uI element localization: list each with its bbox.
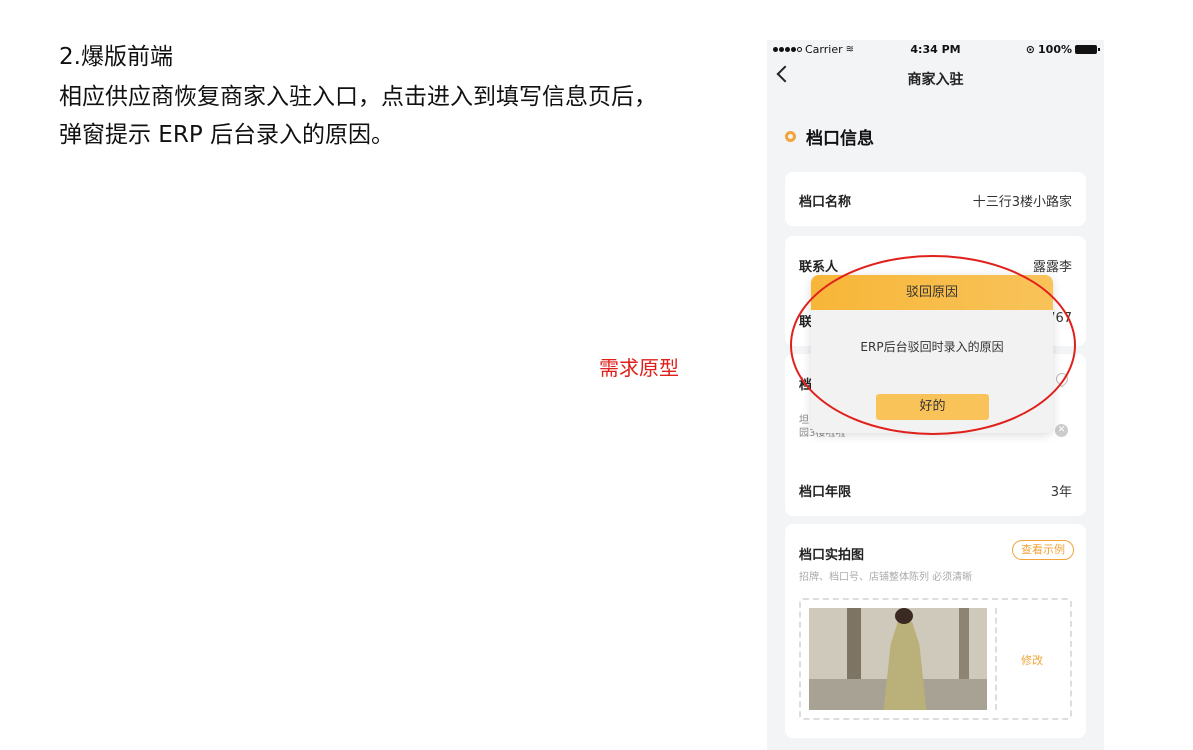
stall-photo-image[interactable] [809,608,987,710]
stall-photo-hint: 招牌、档口号、店铺整体陈列 必须清晰 [799,572,973,583]
years-value: 3年 [1050,485,1072,500]
orientation-lock-icon: ⊙ [1025,43,1036,56]
ring-bullet-icon [785,131,796,142]
battery-icon [1075,45,1100,54]
contact-value: 露露李 [1032,260,1072,275]
stall-name-label: 档口名称 [799,195,852,210]
nav-bar: 商家入驻 [767,60,1104,96]
status-bar: Carrier ≋ 4:34 PM ⊙ 100% [767,40,1104,60]
stall-name-row[interactable]: 档口名称 十三行3楼小路家 [799,191,1072,211]
dialog-message: ERP后台驳回时录入的原因 [860,340,1004,354]
status-bar-right: ⊙ 100% [1025,43,1100,56]
doc-description-line-2: 弹窗提示 ERP 后台录入的原因。 [59,122,395,148]
photo-upload-box[interactable]: 修改 [799,598,1072,720]
stall-photo-title: 档口实拍图 [799,548,865,563]
years-row[interactable]: 档口年限 3年 [799,481,1072,501]
battery-percent: 100% [1038,43,1072,56]
reject-reason-dialog: 驳回原因 ERP后台驳回时录入的原因 好的 [811,275,1053,433]
nav-title: 商家入驻 [907,72,964,88]
modify-photo-link[interactable]: 修改 [1021,652,1043,668]
dialog-title: 驳回原因 [811,275,1053,310]
contact-row[interactable]: 联系人 露露李 [799,256,1072,276]
section-header: 档口信息 [785,124,874,149]
section-title: 档口信息 [806,129,874,149]
contact-label: 联系人 [799,260,839,275]
requirement-prototype-label: 需求原型 [599,356,679,380]
upload-divider [995,608,997,710]
dialog-ok-button[interactable]: 好的 [876,394,989,420]
stall-name-value: 十三行3楼小路家 [972,195,1072,210]
phone-prototype: Carrier ≋ 4:34 PM ⊙ 100% 商家入驻 档口信息 档口名称 … [767,40,1104,750]
view-example-button[interactable]: 查看示例 [1012,540,1074,560]
doc-heading: 2.爆版前端 [59,44,173,70]
location-pin-icon[interactable] [1053,370,1071,388]
stall-photo-card: 档口实拍图 查看示例 招牌、档口号、店铺整体陈列 必须清晰 修改 [785,524,1086,738]
stall-name-card: 档口名称 十三行3楼小路家 [785,172,1086,226]
years-label: 档口年限 [799,485,852,500]
doc-description-line-1: 相应供应商恢复商家入驻入口，点击进入到填写信息页后， [59,84,657,110]
clear-icon[interactable]: ✕ [1055,424,1068,437]
